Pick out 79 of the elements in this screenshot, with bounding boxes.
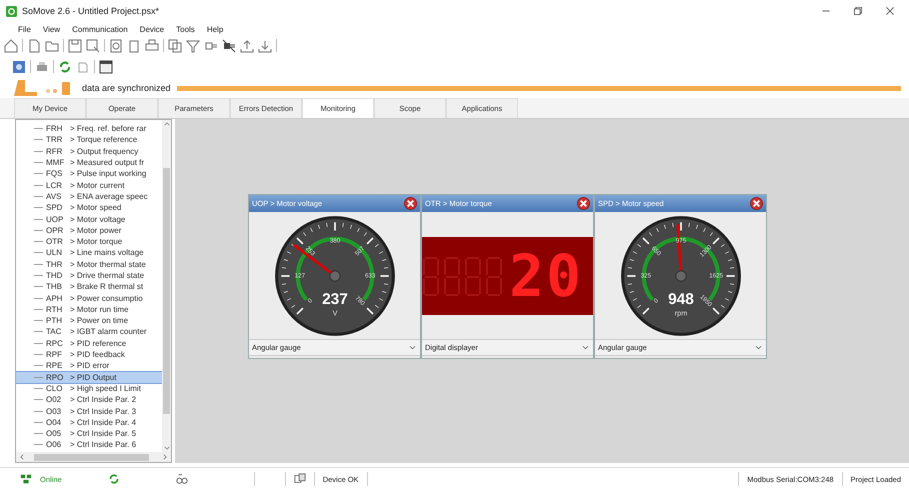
refresh-icon[interactable] [58, 60, 72, 74]
tree-item[interactable]: TRR > Torque reference [34, 134, 162, 146]
tree-item[interactable]: RPC > PID reference [34, 338, 162, 349]
save-as-icon[interactable] [86, 38, 100, 52]
chevron-down-icon[interactable] [754, 343, 763, 352]
restore-icon[interactable] [853, 6, 863, 16]
chevron-right-icon[interactable] [161, 453, 169, 461]
tree-item[interactable]: O03 > Ctrl Inside Par. 3 [34, 405, 162, 417]
calendar-icon[interactable] [99, 60, 113, 74]
save-icon[interactable] [68, 38, 82, 52]
sync-status: data are synchronized [82, 83, 171, 93]
menu-item[interactable]: Device [134, 25, 170, 34]
tree-item[interactable]: PTH > Power on time [34, 315, 162, 326]
chevron-down-icon[interactable] [408, 343, 417, 352]
tree-item[interactable]: RTH > Motor run time [34, 304, 162, 316]
new-document-icon[interactable] [27, 38, 41, 52]
disconnect-icon[interactable] [222, 38, 236, 52]
app-icon[interactable] [6, 6, 17, 16]
tree-item[interactable]: LCR > Motor current [34, 179, 162, 191]
tree-item[interactable]: ULN > Line mains voltage [34, 247, 162, 259]
tree-item[interactable]: TAC > IGBT alarm counter [34, 326, 162, 338]
chevron-up-icon[interactable] [162, 120, 170, 128]
tree-item[interactable]: RPO > PID Output [16, 372, 162, 383]
tree-item[interactable]: FRH > Freq. ref. before rar [34, 123, 162, 134]
window-icon[interactable] [76, 60, 90, 74]
devices-icon[interactable] [294, 473, 306, 485]
chevron-left-icon[interactable] [18, 453, 26, 461]
printer-icon[interactable] [35, 60, 49, 74]
tree-item[interactable]: RFR > Output frequency [34, 146, 162, 157]
menu-item[interactable]: File [12, 25, 37, 34]
tree-item[interactable]: UOP > Motor voltage [34, 213, 162, 225]
tree-item[interactable]: CLO > High speed I Limit [34, 382, 162, 394]
tree-item[interactable]: OTR > Motor torque [34, 236, 162, 248]
tree-item[interactable]: O05 > Ctrl Inside Par. 5 [34, 428, 162, 440]
print-icon[interactable] [145, 38, 159, 52]
settings-window-icon[interactable] [12, 60, 26, 74]
tree-item[interactable]: O04 > Ctrl Inside Par. 4 [34, 416, 162, 428]
close-icon[interactable] [404, 197, 417, 210]
home-icon[interactable] [4, 38, 18, 52]
tree-item[interactable]: SPD > Motor speed [34, 202, 162, 214]
copy-icon[interactable] [168, 38, 182, 52]
download-icon[interactable] [258, 38, 272, 52]
tree-item[interactable]: THR > Motor thermal state [34, 258, 162, 270]
chevron-down-icon[interactable] [162, 444, 170, 452]
gauge-unit: V [332, 308, 337, 317]
gauge-unit: rpm [674, 308, 687, 317]
gauge-value: 948 [668, 290, 694, 308]
chevron-down-icon[interactable] [581, 343, 590, 352]
menu-item[interactable]: Tools [170, 25, 201, 34]
close-icon[interactable] [885, 6, 895, 16]
tree-item[interactable]: APH > Power consumptio [34, 292, 162, 304]
menu-item[interactable]: Help [200, 25, 230, 34]
tree-item[interactable]: MMF > Measured output fr [34, 156, 162, 168]
close-icon[interactable] [750, 197, 763, 210]
menu-item[interactable]: Communication [66, 25, 134, 34]
tree-item[interactable]: RPF > PID feedback [34, 348, 162, 360]
tree-item[interactable]: OPR > Motor power [34, 224, 162, 236]
tree-item[interactable]: O06 > Ctrl Inside Par. 6 [34, 439, 162, 451]
gauge-value: 237 [322, 290, 348, 308]
upload-icon[interactable] [240, 38, 254, 52]
window-title: SoMove 2.6 - Untitled Project.psx* [22, 6, 160, 16]
tree-item[interactable]: O02 > Ctrl Inside Par. 2 [34, 394, 162, 406]
close-icon[interactable] [577, 197, 590, 210]
vertical-scrollbar[interactable] [162, 120, 171, 452]
folder-icon[interactable] [45, 38, 59, 52]
tree-item[interactable]: RPE > PID error [34, 360, 162, 372]
tree-item[interactable]: THB > Brake R thermal st [34, 281, 162, 292]
needle-hub [674, 270, 686, 282]
page-icon[interactable] [127, 38, 141, 52]
menu-item[interactable]: View [36, 25, 66, 34]
tree-item[interactable]: FQS > Pulse input working [34, 168, 162, 180]
refresh-icon[interactable] [108, 473, 120, 485]
preview-icon[interactable] [109, 38, 123, 52]
horizontal-scrollbar[interactable] [16, 452, 171, 462]
network-icon[interactable] [20, 473, 32, 485]
tree-item[interactable]: THD > Drive thermal state [34, 270, 162, 282]
tree-item[interactable]: AVS > ENA average speec [34, 190, 162, 202]
display-value: 20 [509, 246, 583, 304]
filter-icon[interactable] [186, 38, 200, 52]
